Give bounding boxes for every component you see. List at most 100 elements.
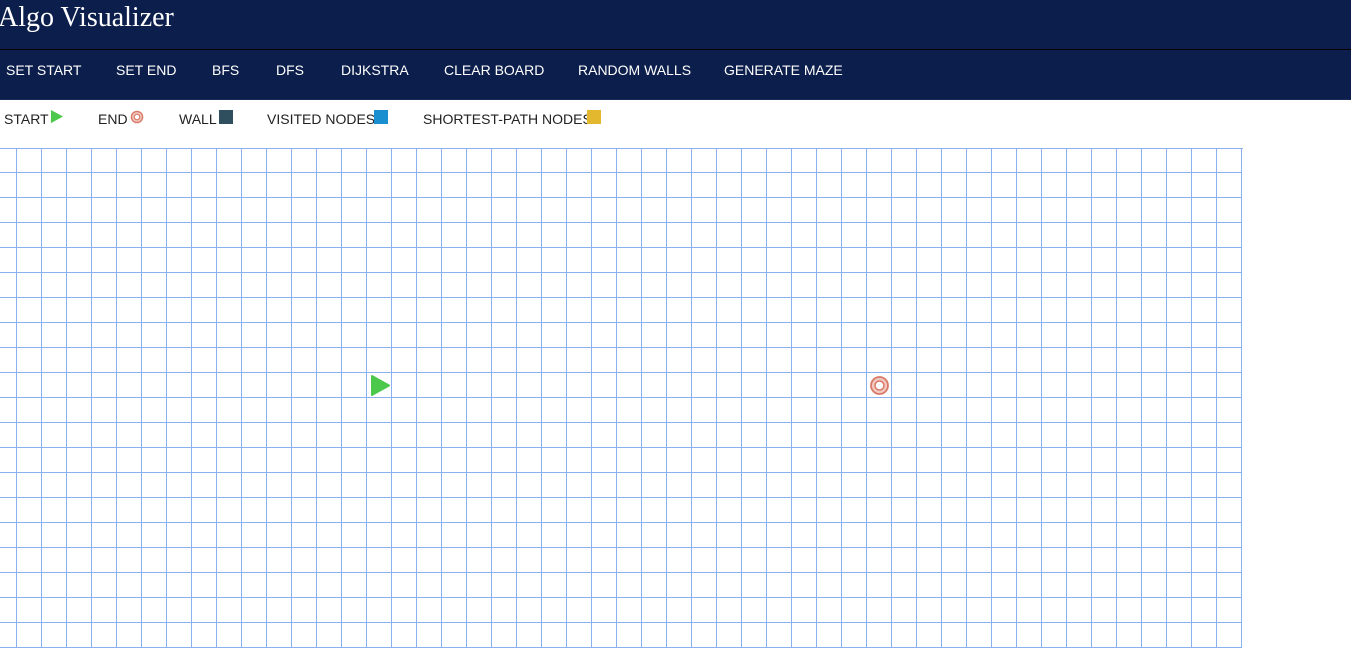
grid-cell[interactable] [717, 398, 742, 423]
grid-cell[interactable] [292, 573, 317, 598]
grid-cell[interactable] [892, 473, 917, 498]
grid-cell[interactable] [442, 273, 467, 298]
grid-cell[interactable] [217, 423, 242, 448]
grid-cell[interactable] [842, 398, 867, 423]
grid-cell[interactable] [742, 448, 767, 473]
grid-cell[interactable] [617, 573, 642, 598]
grid-cell[interactable] [567, 573, 592, 598]
grid-cell[interactable] [192, 448, 217, 473]
grid-cell[interactable] [892, 523, 917, 548]
grid-cell[interactable] [17, 348, 42, 373]
grid-cell[interactable] [742, 173, 767, 198]
grid-cell[interactable] [867, 198, 892, 223]
grid-cell[interactable] [967, 398, 992, 423]
grid-cell[interactable] [242, 348, 267, 373]
grid-cell[interactable] [542, 323, 567, 348]
set-end-button[interactable]: SET END [116, 62, 176, 78]
grid-cell[interactable] [692, 573, 717, 598]
grid-cell[interactable] [292, 398, 317, 423]
grid-cell[interactable] [442, 348, 467, 373]
grid-cell[interactable] [642, 323, 667, 348]
grid-cell[interactable] [517, 423, 542, 448]
grid-cell[interactable] [317, 273, 342, 298]
grid-cell[interactable] [617, 173, 642, 198]
grid-cell[interactable] [1217, 148, 1242, 173]
grid-cell[interactable] [117, 148, 142, 173]
grid-cell[interactable] [192, 198, 217, 223]
grid-cell[interactable] [542, 248, 567, 273]
grid-cell[interactable] [892, 148, 917, 173]
grid-cell[interactable] [892, 248, 917, 273]
grid-cell[interactable] [617, 498, 642, 523]
grid-cell[interactable] [942, 448, 967, 473]
grid-cell[interactable] [667, 248, 692, 273]
grid-cell[interactable] [1167, 198, 1192, 223]
grid-cell[interactable] [92, 448, 117, 473]
grid-cell[interactable] [767, 348, 792, 373]
grid-cell[interactable] [192, 223, 217, 248]
grid-cell[interactable] [692, 448, 717, 473]
grid-cell[interactable] [42, 473, 67, 498]
grid-cell[interactable] [492, 573, 517, 598]
grid-cell[interactable] [167, 223, 192, 248]
grid-cell[interactable] [192, 398, 217, 423]
grid-cell[interactable] [667, 598, 692, 623]
grid-cell[interactable] [517, 323, 542, 348]
grid-cell[interactable] [217, 448, 242, 473]
grid-cell[interactable] [342, 198, 367, 223]
grid-cell[interactable] [367, 223, 392, 248]
grid-cell[interactable] [1067, 498, 1092, 523]
grid-cell[interactable] [617, 448, 642, 473]
grid-cell[interactable] [517, 498, 542, 523]
grid-cell[interactable] [542, 273, 567, 298]
grid-cell[interactable] [942, 598, 967, 623]
grid-cell[interactable] [867, 148, 892, 173]
grid-cell[interactable] [567, 298, 592, 323]
grid-cell[interactable] [417, 623, 442, 648]
grid-cell[interactable] [817, 373, 842, 398]
grid-cell[interactable] [117, 298, 142, 323]
grid-cell[interactable] [917, 323, 942, 348]
grid-cell[interactable] [1067, 148, 1092, 173]
grid-cell[interactable] [1167, 248, 1192, 273]
grid-cell[interactable] [867, 598, 892, 623]
grid-cell[interactable] [392, 423, 417, 448]
grid-cell[interactable] [542, 348, 567, 373]
grid-cell[interactable] [167, 498, 192, 523]
grid-cell[interactable] [617, 273, 642, 298]
grid-cell[interactable] [342, 273, 367, 298]
grid-cell[interactable] [592, 498, 617, 523]
grid-cell[interactable] [1092, 173, 1117, 198]
grid-cell[interactable] [867, 498, 892, 523]
grid-cell[interactable] [1017, 173, 1042, 198]
grid-cell[interactable] [542, 423, 567, 448]
grid-cell[interactable] [392, 198, 417, 223]
grid-cell[interactable] [617, 598, 642, 623]
grid-cell[interactable] [1117, 523, 1142, 548]
grid-cell[interactable] [492, 373, 517, 398]
grid-cell[interactable] [667, 498, 692, 523]
grid-cell[interactable] [442, 248, 467, 273]
grid-cell[interactable] [942, 298, 967, 323]
grid-cell[interactable] [267, 323, 292, 348]
grid-cell[interactable] [1192, 548, 1217, 573]
grid-cell[interactable] [267, 423, 292, 448]
grid-cell[interactable] [192, 423, 217, 448]
grid-cell[interactable] [817, 198, 842, 223]
grid-cell[interactable] [417, 523, 442, 548]
grid-cell[interactable] [717, 198, 742, 223]
grid-cell[interactable] [492, 223, 517, 248]
grid-cell[interactable] [542, 223, 567, 248]
grid-cell[interactable] [117, 473, 142, 498]
grid-cell[interactable] [1092, 373, 1117, 398]
grid-cell[interactable] [342, 548, 367, 573]
grid-cell[interactable] [692, 348, 717, 373]
grid-cell[interactable] [667, 448, 692, 473]
grid-cell[interactable] [867, 348, 892, 373]
grid-cell[interactable] [692, 173, 717, 198]
grid-cell[interactable] [842, 223, 867, 248]
grid-cell[interactable] [217, 598, 242, 623]
grid-cell[interactable] [692, 148, 717, 173]
grid-cell[interactable] [517, 623, 542, 648]
grid-cell[interactable] [792, 248, 817, 273]
